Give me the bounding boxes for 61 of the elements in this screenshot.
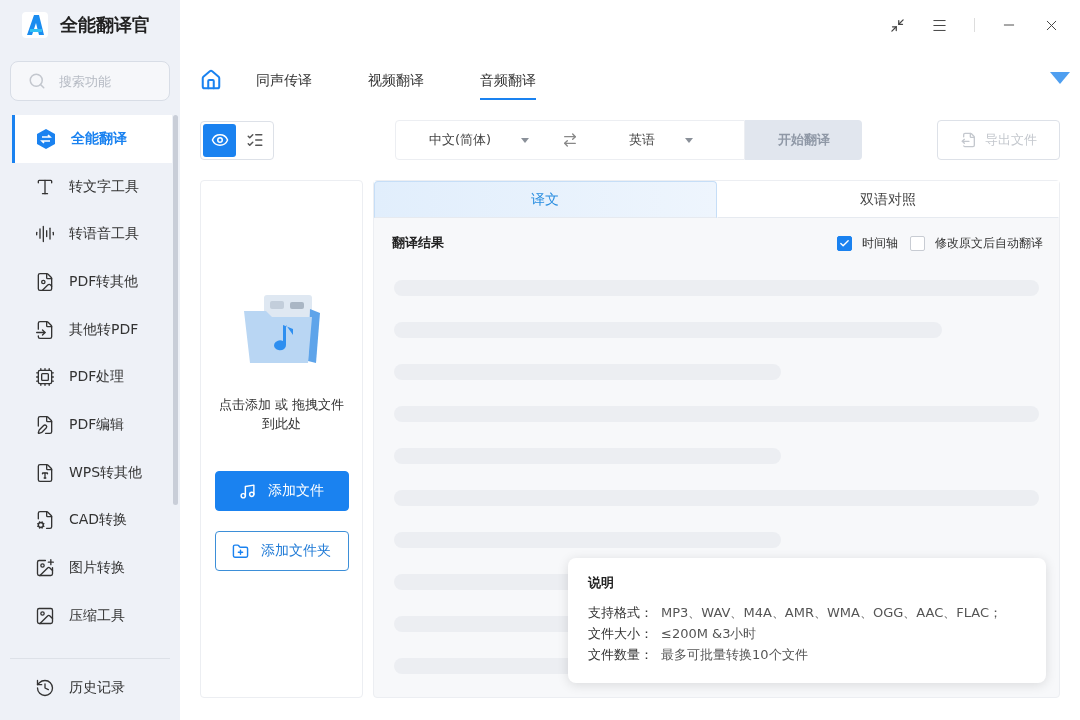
history-icon (35, 678, 55, 699)
sidebar-item[interactable]: 压缩工具 (12, 591, 172, 640)
search-icon (28, 72, 46, 90)
sidebar-item[interactable]: PDF处理 (12, 353, 172, 402)
info-label: 文件数量： (588, 646, 653, 664)
info-value: MP3、WAV、M4A、AMR、WMA、OGG、AAC、FLAC； (661, 604, 1003, 622)
checklist-icon (245, 131, 264, 149)
caret-icon (521, 137, 530, 143)
caret-icon (685, 137, 693, 143)
add-folder-button[interactable]: 添加文件夹 (214, 531, 349, 571)
file-icon (35, 462, 55, 483)
checkbox-label: 时间轴 (862, 234, 898, 252)
sidebar-item[interactable]: CAD转换 (12, 496, 172, 545)
nav-tab[interactable]: 音频翻译 (480, 62, 536, 100)
file-input-icon (35, 319, 55, 340)
target-language-select[interactable]: 英语 (578, 131, 744, 149)
home-icon[interactable] (200, 69, 222, 91)
shrink-icon[interactable] (890, 17, 905, 33)
info-value: 最多可批量转换10个文件 (661, 646, 808, 664)
image-icon (35, 605, 55, 626)
swap-icon (35, 127, 57, 150)
sidebar-item[interactable]: 转文字工具 (12, 162, 172, 211)
swap-icon[interactable] (562, 132, 578, 148)
eye-icon (210, 131, 229, 149)
sidebar-item[interactable]: PDF编辑 (12, 401, 172, 449)
tick-icon (839, 237, 850, 249)
audio-icon (35, 224, 55, 245)
checkbox[interactable] (910, 235, 925, 251)
info-label: 文件大小： (588, 625, 653, 643)
result-title: 翻译结果 (392, 234, 444, 252)
popup-title: 说明 (588, 574, 614, 592)
sidebar-item[interactable]: 其他转PDF (12, 305, 172, 354)
export-icon (960, 132, 977, 148)
add-file-button[interactable]: 添加文件 (214, 471, 349, 511)
checkbox-label: 修改原文后自动翻译 (935, 234, 1043, 252)
nav-tab[interactable]: 视频翻译 (368, 62, 424, 100)
sidebar-item[interactable]: 全能翻译 (12, 115, 172, 163)
logo-icon (22, 12, 48, 38)
app-title: 全能翻译官 (60, 13, 150, 37)
sidebar-item[interactable]: WPS转其他 (12, 448, 172, 497)
nav-tab[interactable]: 同声传译 (256, 62, 312, 100)
sidebar-item[interactable]: 转语音工具 (12, 210, 172, 259)
info-label: 支持格式： (588, 604, 653, 622)
info-value: ≤200M &3小时 (661, 625, 757, 643)
sidebar-item[interactable]: 图片转换 (12, 544, 172, 592)
folder-plus-icon (232, 542, 249, 560)
upload-hint: 点击添加 或 拖拽文件到此处 (217, 396, 346, 433)
file-pen-icon (35, 414, 55, 435)
dropdown-icon[interactable] (1050, 72, 1070, 84)
music-folder-icon (241, 293, 322, 365)
search-field[interactable]: 搜索功能 (10, 61, 170, 101)
eye-button[interactable] (203, 123, 236, 157)
sidebar-item[interactable]: 历史记录 (12, 664, 172, 713)
file-image-icon (35, 271, 55, 292)
image-plus-icon (35, 558, 55, 579)
checkbox[interactable] (837, 235, 852, 251)
chip-icon (35, 367, 55, 388)
music-icon (239, 482, 256, 500)
file-gear-icon (35, 510, 55, 531)
sidebar-item[interactable]: PDF转其他 (12, 258, 172, 306)
source-language-select[interactable]: 中文(简体) (396, 131, 562, 149)
